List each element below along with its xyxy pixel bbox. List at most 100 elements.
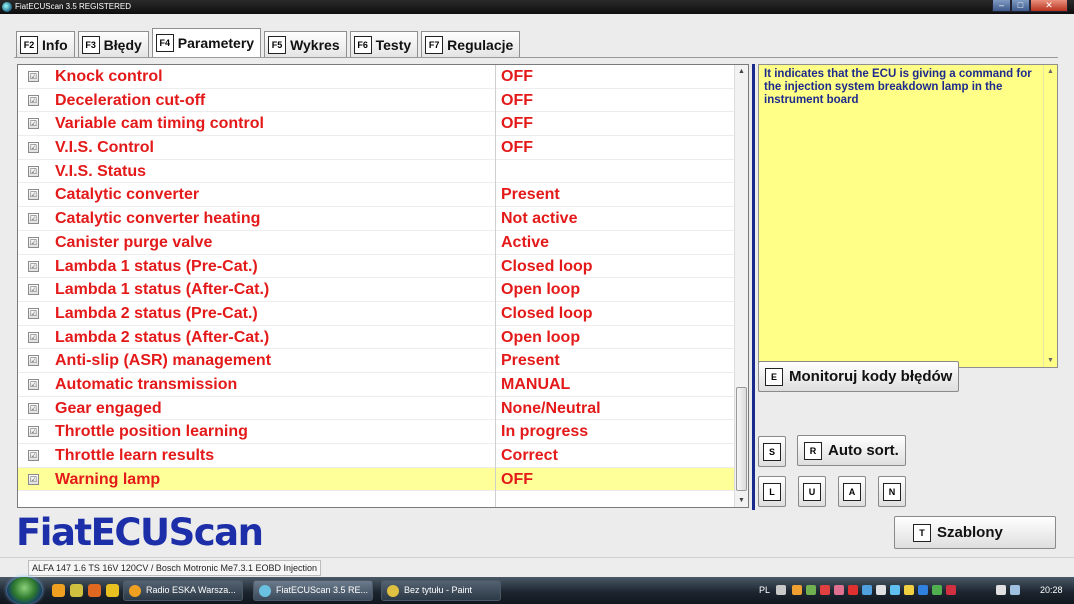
- minimize-button[interactable]: –: [992, 0, 1011, 12]
- parameter-checkbox[interactable]: ☑: [28, 165, 39, 177]
- parameter-row[interactable]: ☑ Lambda 1 status (Pre-Cat.) Closed loop: [18, 255, 735, 279]
- parameter-name: Throttle position learning: [55, 423, 248, 441]
- filter-u-button[interactable]: U: [798, 476, 826, 507]
- monitor-errors-button[interactable]: E Monitoruj kody błędów: [758, 361, 960, 392]
- parameter-row[interactable]: ☑ Knock control OFF: [18, 65, 735, 89]
- auto-sort-label: Auto sort.: [828, 442, 899, 459]
- firefox-icon[interactable]: [52, 584, 65, 597]
- quicklaunch-icon[interactable]: [70, 584, 83, 597]
- tab-label: Parametery: [177, 35, 255, 51]
- filter-n-button[interactable]: N: [878, 476, 906, 507]
- f6-key-icon: F6: [353, 35, 372, 54]
- start-button[interactable]: [7, 577, 42, 604]
- tray-icon[interactable]: [890, 585, 900, 595]
- paint-icon: [387, 585, 399, 597]
- parameter-row[interactable]: ☑ Lambda 1 status (After-Cat.) Open loop: [18, 278, 735, 302]
- scroll-up-icon[interactable]: ▲: [735, 65, 748, 78]
- parameter-name: Gear engaged: [55, 399, 162, 417]
- parameter-row[interactable]: ☑ Catalytic converter Present: [18, 183, 735, 208]
- filter-l-button[interactable]: L: [758, 476, 786, 507]
- maximize-button[interactable]: □: [1011, 0, 1030, 12]
- parameter-checkbox[interactable]: ☑: [28, 189, 39, 201]
- parameter-row[interactable]: ☑ Throttle position learning In progress: [18, 420, 735, 444]
- tray-icon[interactable]: [918, 585, 928, 595]
- tray-icon[interactable]: [848, 585, 858, 595]
- parameter-checkbox[interactable]: ☑: [28, 355, 39, 367]
- scrollbar-thumb[interactable]: [736, 387, 747, 491]
- language-indicator[interactable]: PL: [759, 585, 770, 595]
- tray-icon[interactable]: [806, 585, 816, 595]
- parameter-row[interactable]: ☑ Deceleration cut-off OFF: [18, 89, 735, 113]
- parameter-checkbox[interactable]: ☑: [28, 331, 39, 343]
- parameter-name: Lambda 2 status (Pre-Cat.): [55, 304, 258, 322]
- app-logo: FiatECUScan: [16, 511, 264, 554]
- tab-adjustments[interactable]: F7 Regulacje: [421, 31, 521, 57]
- parameter-checkbox[interactable]: ☑: [28, 402, 39, 414]
- tab-tests[interactable]: F6 Testy: [349, 31, 419, 57]
- tray-icon[interactable]: [876, 585, 886, 595]
- sort-button[interactable]: S: [758, 436, 786, 467]
- parameter-name: Lambda 2 status (After-Cat.): [55, 328, 270, 346]
- parameter-row[interactable]: ☑ Gear engaged None/Neutral: [18, 397, 735, 421]
- tray-icon[interactable]: [862, 585, 872, 595]
- parameter-row[interactable]: ☑ Catalytic converter heating Not active: [18, 207, 735, 231]
- parameter-checkbox[interactable]: ☑: [28, 426, 39, 438]
- parameter-checkbox[interactable]: ☑: [28, 118, 39, 130]
- scroll-down-icon[interactable]: ▼: [1044, 354, 1057, 367]
- tab-info[interactable]: F2 Info: [16, 31, 75, 57]
- parameter-checkbox[interactable]: ☑: [28, 94, 39, 106]
- parameter-checkbox[interactable]: ☑: [28, 473, 39, 485]
- parameter-checkbox[interactable]: ☑: [28, 236, 39, 248]
- parameter-row[interactable]: ☑ V.I.S. Status: [18, 160, 735, 184]
- parameter-row[interactable]: ☑ Lambda 2 status (Pre-Cat.) Closed loop: [18, 302, 735, 326]
- volume-icon[interactable]: [1010, 585, 1020, 595]
- tray-icon[interactable]: [946, 585, 956, 595]
- auto-sort-button[interactable]: R Auto sort.: [797, 435, 906, 466]
- parameter-row[interactable]: ☑ Throttle learn results Correct: [18, 444, 735, 468]
- parameter-row[interactable]: ☑ V.I.S. Control OFF: [18, 136, 735, 160]
- parameter-scrollbar[interactable]: ▲ ▼: [734, 65, 748, 507]
- scroll-down-icon[interactable]: ▼: [735, 494, 748, 507]
- parameter-row[interactable]: ☑ Anti-slip (ASR) management Present: [18, 349, 735, 373]
- tray-icon[interactable]: [904, 585, 914, 595]
- tray-icon[interactable]: [834, 585, 844, 595]
- parameter-checkbox[interactable]: ☑: [28, 284, 39, 296]
- taskbar-item-radio[interactable]: Radio ESKA Warsza...: [123, 580, 243, 601]
- parameter-row[interactable]: ☑ Lambda 2 status (After-Cat.) Open loop: [18, 326, 735, 350]
- parameter-row[interactable]: ☑ Automatic transmission MANUAL: [18, 373, 735, 397]
- panel-separator[interactable]: [752, 64, 755, 510]
- scroll-up-icon[interactable]: ▲: [1044, 65, 1057, 78]
- parameter-checkbox[interactable]: ☑: [28, 307, 39, 319]
- tray-icon[interactable]: [932, 585, 942, 595]
- title-bar: FiatECUScan 3.5 REGISTERED – □ ✕: [0, 0, 1074, 14]
- parameter-row[interactable]: ☑ Canister purge valve Active: [18, 231, 735, 255]
- parameter-list[interactable]: ☑ Knock control OFF ☑ Deceleration cut-off OF…: [17, 64, 749, 508]
- tray-icon[interactable]: [820, 585, 830, 595]
- folder-icon[interactable]: [106, 584, 119, 597]
- parameter-checkbox[interactable]: ☑: [28, 213, 39, 225]
- parameter-checkbox[interactable]: ☑: [28, 71, 39, 82]
- parameter-checkbox[interactable]: ☑: [28, 142, 39, 154]
- parameter-row[interactable]: ☑ Warning lamp OFF: [18, 467, 735, 492]
- taskbar-item-fiatecuscan[interactable]: FiatECUScan 3.5 RE...: [253, 580, 373, 601]
- tab-parameters[interactable]: F4 Parametery: [151, 28, 262, 57]
- parameter-row[interactable]: ☑ Variable cam timing control OFF: [18, 112, 735, 137]
- parameter-checkbox[interactable]: ☑: [28, 378, 39, 390]
- tab-errors[interactable]: F3 Błędy: [77, 31, 149, 57]
- network-icon[interactable]: [996, 585, 1006, 595]
- close-button[interactable]: ✕: [1030, 0, 1068, 12]
- description-scrollbar[interactable]: ▲ ▼: [1043, 65, 1057, 367]
- parameter-name: Canister purge valve: [55, 233, 213, 251]
- keyboard-icon[interactable]: [776, 585, 786, 595]
- tab-label: Testy: [375, 36, 412, 53]
- templates-button[interactable]: T Szablony: [894, 516, 1056, 549]
- tray-icon[interactable]: [792, 585, 802, 595]
- taskbar-item-paint[interactable]: Bez tytułu - Paint: [381, 580, 501, 601]
- clock: 20:28: [1040, 585, 1063, 595]
- parameter-name: Lambda 1 status (Pre-Cat.): [55, 257, 258, 275]
- parameter-checkbox[interactable]: ☑: [28, 260, 39, 272]
- media-icon[interactable]: [88, 584, 101, 597]
- filter-a-button[interactable]: A: [838, 476, 866, 507]
- parameter-checkbox[interactable]: ☑: [28, 450, 39, 461]
- tab-graph[interactable]: F5 Wykres: [264, 31, 347, 57]
